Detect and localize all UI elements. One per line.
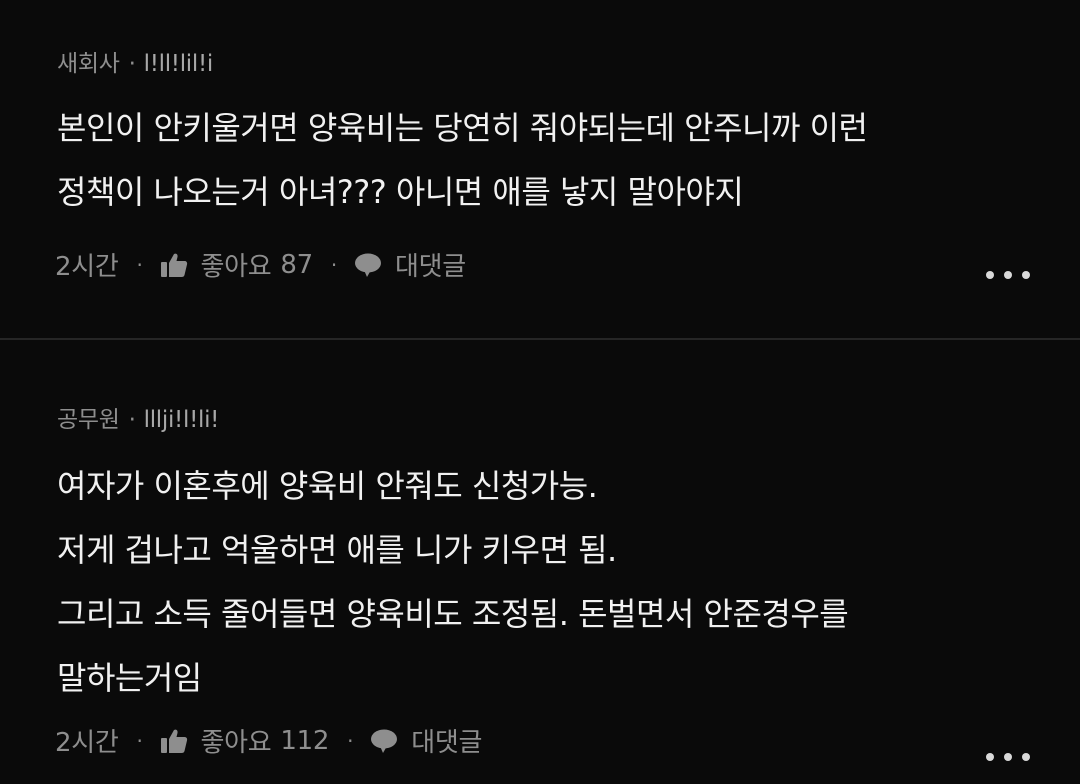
author-name[interactable]: 새회사 (57, 51, 120, 77)
comment-item: 공무원 · lllji!l!li! 여자가 이혼후에 양육비 안줘도 신청가능. 저… (0, 340, 1080, 784)
thumbs-up-icon (159, 726, 189, 756)
comment-line: 말하는거임 (57, 659, 202, 697)
reply-label: 대댓글 (411, 728, 483, 758)
comment-meta: 2시간 · 좋아요 87 · 대댓글 (55, 246, 466, 283)
comment-author-line: 공무원 · lllji!l!li! (57, 400, 219, 434)
comment-meta: 2시간 · 좋아요 112 · 대댓글 (55, 722, 482, 759)
more-options-icon[interactable] (986, 742, 1030, 772)
comment-line: 저게 겁나고 억울하면 애를 니가 키우면 됨. (57, 531, 617, 569)
more-dot (1004, 753, 1012, 761)
like-count: 112 (280, 725, 330, 756)
author-id: lllji!l!li! (143, 407, 220, 433)
more-dot (1022, 271, 1030, 279)
meta-separator: · (347, 728, 354, 753)
like-button[interactable]: 좋아요 87 (159, 246, 313, 283)
comment-line: 정책이 나오는거 아녀??? 아니면 애를 낳지 말아야지 (57, 173, 744, 211)
more-dot (1004, 271, 1012, 279)
author-id: l!ll!lil!i (143, 51, 214, 77)
comment-author-line: 새회사 · l!ll!lil!i (57, 44, 213, 78)
speech-bubble-icon (369, 726, 399, 756)
meta-separator: · (330, 252, 337, 277)
like-label: 좋아요 (200, 728, 272, 758)
like-label: 좋아요 (200, 252, 272, 282)
meta-separator: · (136, 252, 143, 277)
comment-time: 2시간 (55, 252, 119, 282)
reply-label: 대댓글 (394, 252, 466, 282)
comment-item: 새회사 · l!ll!lil!i 본인이 안키울거면 양육비는 당연히 줘야되는데 … (0, 0, 1080, 338)
comment-line: 그리고 소득 줄어들면 양육비도 조정됨. 돈벌면서 안준경우를 (57, 595, 849, 633)
author-separator: · (128, 51, 136, 77)
comment-line: 여자가 이혼후에 양육비 안줘도 신청가능. (57, 467, 598, 505)
more-dot (986, 753, 994, 761)
reply-button[interactable]: 대댓글 (369, 722, 482, 759)
comment-body: 본인이 안키울거면 양육비는 당연히 줘야되는데 안주니까 이런 정책이 나오는… (57, 96, 1030, 224)
author-separator: · (128, 407, 136, 433)
comment-body: 여자가 이혼후에 양육비 안줘도 신청가능. 저게 겁나고 억울하면 애를 니가… (57, 454, 1030, 710)
more-options-icon[interactable] (986, 260, 1030, 290)
speech-bubble-icon (353, 250, 383, 280)
comment-time: 2시간 (55, 728, 119, 758)
comment-line: 본인이 안키울거면 양육비는 당연히 줘야되는데 안주니까 이런 (57, 109, 868, 147)
like-count: 87 (280, 249, 313, 280)
thumbs-up-icon (159, 250, 189, 280)
comment-list: 새회사 · l!ll!lil!i 본인이 안키울거면 양육비는 당연히 줘야되는데 … (0, 0, 1080, 784)
author-name[interactable]: 공무원 (57, 407, 120, 433)
more-dot (986, 271, 994, 279)
like-button[interactable]: 좋아요 112 (159, 722, 330, 759)
meta-separator: · (136, 728, 143, 753)
reply-button[interactable]: 대댓글 (353, 246, 466, 283)
more-dot (1022, 753, 1030, 761)
